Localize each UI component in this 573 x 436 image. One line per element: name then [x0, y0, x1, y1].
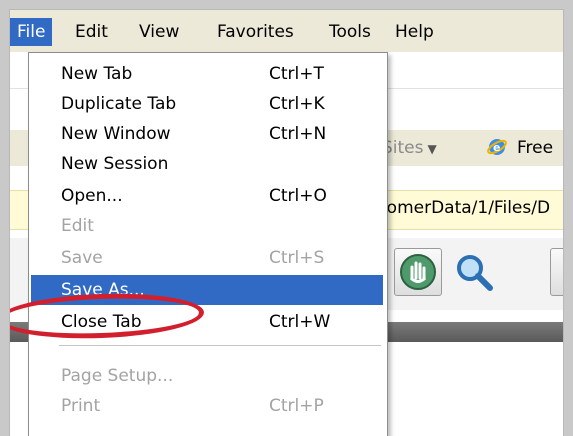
menu-favorites[interactable]: Favorites — [210, 18, 301, 46]
menu-item-open[interactable]: Open... Ctrl+O — [31, 181, 383, 211]
menu-item-label: New Window — [61, 124, 171, 144]
menu-item-shortcut: Ctrl+K — [269, 94, 325, 114]
menu-item-duplicate-tab[interactable]: Duplicate Tab Ctrl+K — [31, 89, 383, 119]
menu-item-page-setup: Page Setup... — [31, 361, 383, 391]
address-text: tomerData/1/Files/D — [380, 198, 551, 218]
menu-item-shortcut: Ctrl+S — [269, 248, 325, 268]
menu-item-new-window[interactable]: New Window Ctrl+N — [31, 119, 383, 149]
menu-item-label: Print — [61, 396, 101, 416]
magnifier-icon — [457, 255, 493, 291]
menu-item-new-tab[interactable]: New Tab Ctrl+T — [31, 59, 383, 89]
sites-label: Sites — [382, 138, 424, 158]
menu-item-shortcut: Ctrl+T — [269, 64, 324, 84]
menu-item-label: Page Setup... — [61, 366, 174, 386]
menu-item-label: New Tab — [61, 64, 133, 84]
menu-item-label: Open... — [61, 186, 123, 206]
menu-item-label: Edit — [61, 216, 94, 236]
menu-file[interactable]: File — [10, 18, 53, 46]
menu-tools[interactable]: Tools — [322, 18, 378, 46]
menu-bar: File Edit View Favorites Tools Help — [10, 10, 563, 53]
zoom-button[interactable] — [450, 248, 498, 296]
menu-item-save: Save Ctrl+S — [31, 243, 383, 273]
internet-explorer-icon: e — [487, 139, 507, 155]
suggested-sites-link[interactable]: Sites ▼ — [382, 138, 437, 158]
menu-item-label: Duplicate Tab — [61, 94, 177, 114]
browser-window: File Edit View Favorites Tools Help Site… — [10, 10, 563, 436]
menu-item-edit: Edit — [31, 211, 383, 241]
svg-text:e: e — [493, 141, 500, 154]
hand-tool-button[interactable] — [394, 248, 442, 296]
menu-item-label: New Session — [61, 154, 169, 174]
menu-item-shortcut: Ctrl+P — [269, 396, 324, 416]
menu-help[interactable]: Help — [388, 18, 441, 46]
menu-item-shortcut: Ctrl+W — [269, 312, 331, 332]
chevron-down-icon: ▼ — [427, 142, 437, 156]
menu-item-print: Print Ctrl+P — [31, 391, 383, 421]
hand-icon — [400, 254, 436, 290]
toolbar-button-partial[interactable] — [550, 248, 563, 296]
menu-separator — [59, 345, 381, 346]
menu-view[interactable]: View — [132, 18, 186, 46]
menu-item-shortcut: Ctrl+O — [269, 186, 327, 206]
menu-item-shortcut: Ctrl+N — [269, 124, 327, 144]
menu-edit[interactable]: Edit — [68, 18, 115, 46]
menu-item-new-session[interactable]: New Session — [31, 149, 383, 179]
file-menu: New Tab Ctrl+T Duplicate Tab Ctrl+K New … — [28, 52, 388, 436]
menu-item-label: Save — [61, 248, 103, 268]
free-link[interactable]: Free — [517, 138, 553, 158]
